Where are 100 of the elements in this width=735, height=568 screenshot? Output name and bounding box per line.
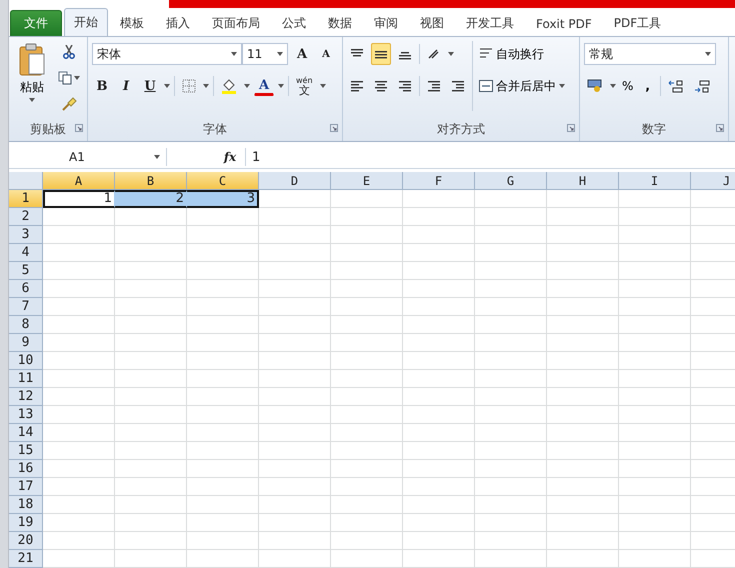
underline-button[interactable]: U xyxy=(140,75,160,97)
table-cell xyxy=(43,244,115,262)
row-header[interactable]: 3 xyxy=(9,226,43,244)
font-color-button[interactable]: A xyxy=(254,76,274,96)
table-cell xyxy=(259,352,331,370)
ribbon-tab[interactable]: 审阅 xyxy=(364,10,408,36)
table-cell xyxy=(115,208,187,226)
column-header[interactable]: C xyxy=(187,172,259,190)
row-header[interactable]: 5 xyxy=(9,262,43,280)
ribbon-tab[interactable]: 模板 xyxy=(110,10,154,36)
table-cell xyxy=(475,244,547,262)
phonetic-button[interactable]: wén 文 xyxy=(293,75,316,97)
font-size-dropdown[interactable]: 11 xyxy=(242,43,288,65)
table-cell xyxy=(43,280,115,298)
ribbon-tab[interactable]: Foxit PDF xyxy=(526,10,602,36)
row-header[interactable]: 1 xyxy=(9,190,43,208)
ribbon-tab[interactable]: 数据 xyxy=(318,10,362,36)
ribbon-tab[interactable]: 插入 xyxy=(156,10,200,36)
table-cell xyxy=(187,478,259,496)
row-header[interactable]: 9 xyxy=(9,334,43,352)
ribbon-tab[interactable]: 文件 xyxy=(10,10,62,36)
table-cell xyxy=(403,532,475,550)
column-header[interactable]: E xyxy=(331,172,403,190)
bold-button[interactable]: B xyxy=(92,75,112,97)
ribbon-tab[interactable]: 视图 xyxy=(410,10,454,36)
wrap-text-button[interactable]: 自动换行 xyxy=(477,43,546,65)
table-cell xyxy=(331,298,403,316)
table-cell xyxy=(187,280,259,298)
dialog-launcher-icon[interactable] xyxy=(330,124,338,132)
paste-button[interactable]: 粘贴 xyxy=(13,41,51,119)
table-cell xyxy=(403,406,475,424)
row-header[interactable]: 17 xyxy=(9,478,43,496)
table-cell xyxy=(619,208,691,226)
table-cell xyxy=(115,532,187,550)
row-header[interactable]: 2 xyxy=(9,208,43,226)
group-label: 对齐方式 xyxy=(347,119,575,141)
row-header[interactable]: 16 xyxy=(9,460,43,478)
merge-center-button[interactable]: 合并后居中 xyxy=(477,75,567,97)
row-header[interactable]: 20 xyxy=(9,532,43,550)
ribbon-tab[interactable]: 页面布局 xyxy=(202,10,270,36)
ribbon-tab[interactable]: 公式 xyxy=(272,10,316,36)
table-cell xyxy=(403,208,475,226)
row-header[interactable]: 10 xyxy=(9,352,43,370)
row-header[interactable]: 15 xyxy=(9,442,43,460)
table-cell xyxy=(475,190,547,208)
table-cell xyxy=(547,442,619,460)
row-header[interactable]: 12 xyxy=(9,388,43,406)
table-cell xyxy=(43,316,115,334)
table-cell xyxy=(619,298,691,316)
row-header[interactable]: 13 xyxy=(9,406,43,424)
italic-button[interactable]: I xyxy=(116,75,136,97)
table-cell xyxy=(331,370,403,388)
row-header[interactable]: 4 xyxy=(9,244,43,262)
dialog-launcher-icon[interactable] xyxy=(567,124,575,132)
row-header[interactable]: 14 xyxy=(9,424,43,442)
insert-function-button[interactable]: fx xyxy=(215,150,245,164)
dialog-launcher-icon[interactable] xyxy=(75,124,83,132)
column-header[interactable]: H xyxy=(547,172,619,190)
shrink-font-button[interactable]: A xyxy=(316,43,336,65)
table-cell xyxy=(619,442,691,460)
table-cell xyxy=(43,424,115,442)
table-cell xyxy=(259,280,331,298)
column-header[interactable]: A xyxy=(43,172,115,190)
formula-input[interactable]: 1 xyxy=(245,148,735,166)
table-cell xyxy=(259,424,331,442)
table-cell xyxy=(403,334,475,352)
row-header[interactable]: 21 xyxy=(9,550,43,568)
grow-font-button[interactable]: A xyxy=(292,43,312,65)
align-button[interactable] xyxy=(371,43,391,65)
name-box[interactable]: A1 xyxy=(9,148,167,166)
column-header[interactable]: J xyxy=(691,172,735,190)
table-cell xyxy=(187,388,259,406)
table-cell xyxy=(259,262,331,280)
row-header[interactable]: 11 xyxy=(9,370,43,388)
table-cell xyxy=(475,352,547,370)
comma-button[interactable]: , xyxy=(639,75,656,97)
number-format-dropdown[interactable]: 常规 xyxy=(584,43,716,65)
table-cell xyxy=(331,460,403,478)
column-header[interactable]: D xyxy=(259,172,331,190)
percent-button[interactable]: % xyxy=(620,75,636,97)
ribbon-tab[interactable]: 开发工具 xyxy=(456,10,524,36)
table-cell xyxy=(403,316,475,334)
column-header[interactable]: F xyxy=(403,172,475,190)
column-header[interactable]: G xyxy=(475,172,547,190)
table-cell xyxy=(43,550,115,568)
table-cell xyxy=(547,496,619,514)
row-header[interactable]: 8 xyxy=(9,316,43,334)
table-cell xyxy=(475,298,547,316)
column-header[interactable]: B xyxy=(115,172,187,190)
row-header[interactable]: 19 xyxy=(9,514,43,532)
column-header[interactable]: I xyxy=(619,172,691,190)
row-header[interactable]: 18 xyxy=(9,496,43,514)
table-cell xyxy=(115,262,187,280)
row-header[interactable]: 7 xyxy=(9,298,43,316)
font-name-dropdown[interactable]: 宋体 xyxy=(92,43,242,65)
row-header[interactable]: 6 xyxy=(9,280,43,298)
ribbon-tab[interactable]: 开始 xyxy=(64,8,108,36)
dialog-launcher-icon[interactable] xyxy=(716,124,724,132)
ribbon-tab[interactable]: PDF工具 xyxy=(604,10,672,36)
table-cell xyxy=(331,388,403,406)
